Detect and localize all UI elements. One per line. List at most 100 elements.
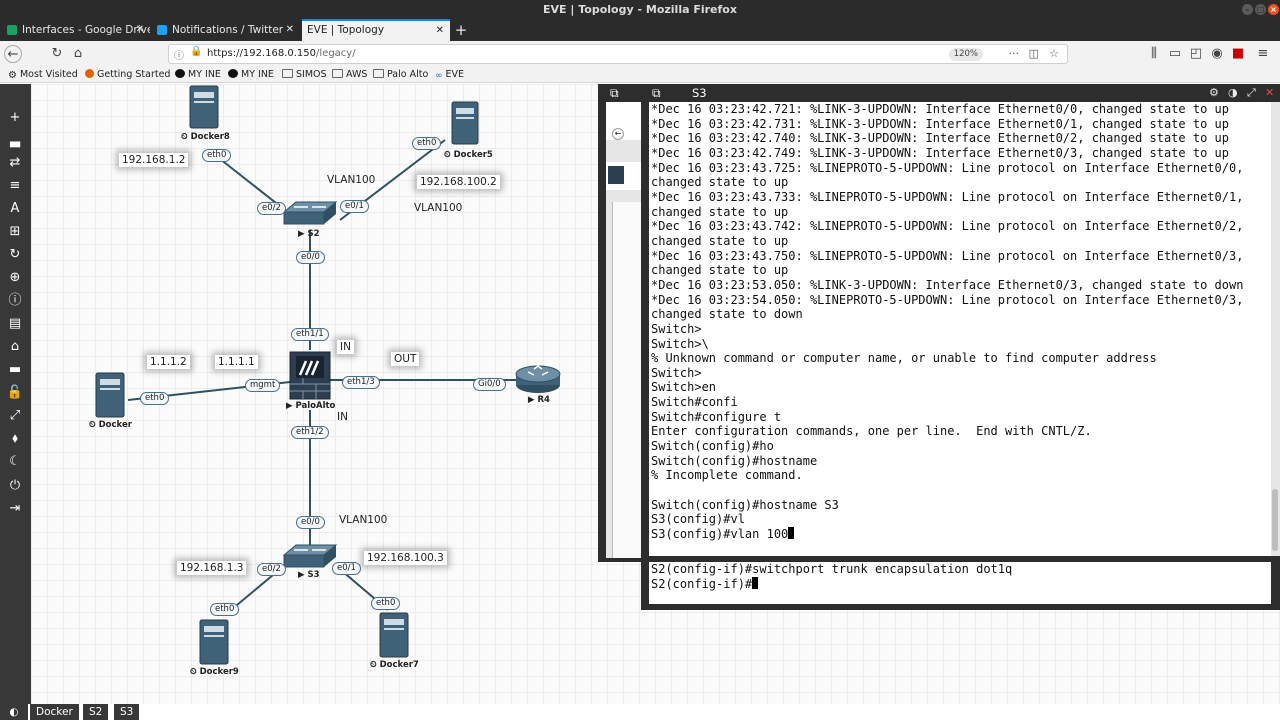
popout-icon[interactable]: ⧉ (610, 86, 619, 101)
tab-eve-topology[interactable]: EVE | Topology ✕ (302, 19, 450, 41)
sidebar-icon[interactable]: ▭ (1166, 45, 1184, 63)
note-ip-1112[interactable]: 1.1.1.2 (147, 355, 190, 369)
close-icon[interactable]: × (1268, 4, 1279, 15)
refresh-topology-icon[interactable]: ↻ (5, 246, 25, 264)
terminal-s3[interactable]: *Dec 16 03:23:42.721: %LINK-3-UPDOWN: In… (649, 102, 1271, 556)
info-icon[interactable]: ⓘ (174, 47, 184, 62)
iface-s3-e0-1[interactable]: e0/1 (332, 562, 361, 575)
bookmark-palo-alto[interactable]: Palo Alto (373, 68, 428, 82)
iface-docker9-eth0[interactable]: eth0 (210, 603, 240, 616)
node-docker7[interactable]: ⏲ Docker7 (370, 660, 419, 670)
node-paloalto[interactable]: ▶ PaloAlto (286, 401, 335, 411)
note-ip-docker7[interactable]: 192.168.100.3 (364, 551, 447, 565)
console-tab-s2[interactable]: S2 (83, 704, 109, 720)
iface-s2-e0-1[interactable]: e0/1 (340, 200, 369, 213)
bookmark-my-ine-1[interactable]: MY INE (175, 68, 221, 82)
power-icon[interactable]: ⏻ (5, 477, 25, 495)
insecure-lock-icon[interactable]: 🔒 (190, 46, 202, 57)
close-tab-icon[interactable]: ✕ (136, 19, 144, 41)
bookmark-getting-started[interactable]: Getting Started (85, 68, 170, 82)
note-in[interactable]: IN (337, 340, 354, 354)
iface-s2-e0-0[interactable]: e0/0 (296, 251, 325, 264)
text-object-icon[interactable]: A (5, 200, 25, 218)
iface-docker-eth0[interactable]: eth0 (140, 392, 170, 405)
console-tab-docker[interactable]: Docker (30, 704, 79, 720)
popout-icon[interactable]: ⧉ (652, 86, 661, 101)
lab-details-icon[interactable]: ▤ (5, 315, 25, 333)
url-bar[interactable]: ⓘ 🔒 https://192.168.0.150/legacy/ 120% ·… (168, 44, 1068, 64)
close-tab-icon[interactable]: ✕ (436, 21, 444, 40)
terminal-s2[interactable]: S2(config-if)#switchport trunk encapsula… (649, 562, 1271, 604)
home-icon[interactable]: ⌂ (69, 45, 87, 63)
extension-icon[interactable]: ■ (1229, 45, 1247, 63)
lock-icon[interactable]: 🔓 (5, 384, 25, 402)
fullscreen-icon[interactable]: ⤢ (5, 407, 25, 425)
iface-pa-eth1-1[interactable]: eth1/1 (291, 328, 329, 341)
bookmark-simos[interactable]: SIMOS (282, 68, 327, 82)
bookmark-eve[interactable]: ∞ EVE (435, 68, 464, 82)
terminal-scrollbar[interactable] (1271, 102, 1280, 556)
note-ip-docker5[interactable]: 192.168.100.2 (417, 175, 500, 189)
reload-icon[interactable]: ↻ (48, 45, 66, 63)
iface-pa-eth1-3[interactable]: eth1/3 (342, 376, 380, 389)
node-docker[interactable]: ⏲ Docker (89, 420, 132, 430)
iface-pa-eth1-2[interactable]: eth1/2 (291, 426, 329, 439)
library-icon[interactable]: ⫼ (1145, 45, 1163, 63)
iface-docker8-eth0[interactable]: eth0 (202, 149, 232, 162)
label-vlan100-s2-b[interactable]: VLAN100 (414, 202, 462, 214)
tag-icon[interactable]: ⬧ (5, 430, 25, 448)
iface-docker5-eth0[interactable]: eth0 (412, 137, 442, 150)
console-tab-s3[interactable]: S3 (114, 704, 140, 720)
theme-icon[interactable]: ◑ (1228, 86, 1238, 99)
status-icon[interactable]: ⓘ (5, 292, 25, 310)
new-tab-button[interactable]: + (453, 19, 469, 41)
screenshot-icon[interactable]: ◰ (1187, 45, 1205, 63)
zoom-level-badge[interactable]: 120% (948, 48, 983, 61)
close-console-icon[interactable]: ✕ (1265, 86, 1274, 99)
iface-s3-e0-0[interactable]: e0/0 (296, 516, 325, 529)
iface-s3-e0-2[interactable]: e0/2 (257, 563, 286, 576)
bookmark-most-visited[interactable]: ⚙ Most Visited (8, 68, 78, 82)
bookmark-my-ine-2[interactable]: MY INE (228, 68, 274, 82)
bookmark-star-icon[interactable]: ☆ (1049, 47, 1059, 60)
maximize-icon[interactable]: □ (1255, 4, 1266, 15)
iface-s2-e0-2[interactable]: e0/2 (257, 202, 286, 215)
node-docker9[interactable]: ⏲ Docker9 (190, 667, 239, 677)
bookmark-aws[interactable]: AWS (332, 68, 367, 82)
startup-configs-icon[interactable]: ≡ (5, 177, 25, 195)
close-lab-icon[interactable]: ⇥ (5, 500, 25, 518)
grid-icon[interactable]: ⊞ (5, 223, 25, 241)
zoom-icon[interactable]: ⊕ (5, 269, 25, 287)
back-icon[interactable]: ← (4, 45, 22, 63)
minimize-icon[interactable]: – (1242, 4, 1253, 15)
note-out[interactable]: OUT (391, 352, 420, 366)
console-toggle-icon[interactable]: ◐ (0, 704, 28, 720)
node-s2[interactable]: ▶ S2 (298, 229, 320, 239)
networks-icon[interactable]: ⇄ (5, 154, 25, 172)
tab-twitter[interactable]: Notifications / Twitter ✕ (152, 19, 300, 41)
label-vlan100-s3[interactable]: VLAN100 (339, 514, 387, 526)
iface-pa-mgmt[interactable]: mgmt (245, 379, 281, 392)
node-docker8[interactable]: ⏲ Docker8 (181, 132, 230, 142)
chat-icon[interactable]: ▬ (5, 361, 25, 379)
label-vlan100-s2-a[interactable]: VLAN100 (327, 174, 375, 186)
note-ip-docker9[interactable]: 192.168.1.3 (177, 561, 247, 575)
menu-icon[interactable]: ≡ (1254, 45, 1272, 63)
pocket-icon[interactable]: ◫ (1029, 47, 1039, 60)
workbook-icon[interactable]: ⌂ (5, 338, 25, 356)
resize-icon[interactable]: ⤢ (1247, 86, 1256, 100)
scrollbar-thumb[interactable] (1272, 489, 1278, 551)
url-text[interactable]: https://192.168.0.150/legacy/ (207, 48, 356, 59)
label-in-text[interactable]: IN (337, 411, 348, 423)
node-s3[interactable]: ▶ S3 (298, 570, 320, 580)
iface-r4-gi0-0[interactable]: Gi0/0 (473, 378, 506, 391)
nodes-icon[interactable]: ▃ (5, 132, 25, 150)
iface-docker7-eth0[interactable]: eth0 (371, 597, 401, 610)
note-ip-1111[interactable]: 1.1.1.1 (215, 355, 258, 369)
add-object-icon[interactable]: + (5, 109, 25, 127)
close-tab-icon[interactable]: ✕ (286, 19, 294, 41)
console-window-s3[interactable]: ⧉ S3 ⚙ ◑ ⤢ ✕ *Dec 16 03:23:42.721: %LINK… (641, 84, 1280, 610)
node-docker5[interactable]: ⏲ Docker5 (444, 150, 493, 160)
tab-google-drive[interactable]: Interfaces - Google Drive ✕ (2, 19, 150, 41)
node-r4[interactable]: ▶ R4 (528, 395, 550, 405)
